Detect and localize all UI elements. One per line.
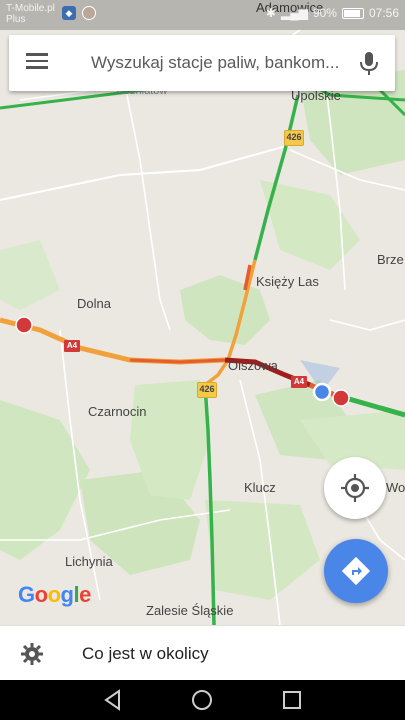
map-view[interactable]: Adamowice Upolskie Rozniatów Księży Las … [0,0,405,625]
my-location-icon [341,474,369,502]
explore-label: Co jest w okolicy [82,644,209,663]
search-bar[interactable]: Wyszukaj stacje paliw, bankom... [9,35,395,91]
map-canvas [0,29,405,625]
road-shield-426: 426 [197,382,217,398]
carrier-label: T-Mobile.pl Plus [6,3,55,25]
explore-bar[interactable]: Co jest w okolicy [0,625,405,681]
home-icon[interactable] [190,688,214,712]
place-label: Olszowa [228,358,278,373]
place-label: Lichynia [65,554,113,569]
status-bar: T-Mobile.pl Plus ◆ ✱ ▂▄▆ 90% 07:56 [0,0,405,30]
search-input[interactable]: Wyszukaj stacje paliw, bankom... [91,53,353,73]
directions-icon [341,556,371,586]
avatar-icon [82,6,96,20]
place-label: Zalesie Śląskie [146,603,234,618]
clock: 07:56 [368,6,399,20]
place-label: Księży Las [256,274,319,289]
back-icon[interactable] [101,688,125,712]
road-shield-a4: A4 [291,376,307,388]
place-label: Wod [386,480,405,495]
place-label: Dolna [77,296,111,311]
directions-button[interactable] [324,539,388,603]
battery-percent: 90% [312,6,337,20]
system-nav-bar [0,680,405,720]
menu-icon[interactable] [23,49,51,77]
signal-icon: ▂▄▆ [280,6,308,20]
battery-icon [341,7,364,19]
mic-icon[interactable] [357,49,381,77]
road-shield-426: 426 [284,130,304,146]
google-logo: Google [18,582,91,607]
my-location-button[interactable] [324,457,386,519]
place-label: Czarnocin [88,404,147,419]
place-label: Brze [377,252,404,267]
gear-icon [21,643,43,665]
bluetooth-icon: ✱ [265,6,276,20]
notification-icon: ◆ [62,6,76,20]
recents-icon[interactable] [280,688,304,712]
road-shield-a4: A4 [64,340,80,352]
place-label: Klucz [244,480,276,495]
